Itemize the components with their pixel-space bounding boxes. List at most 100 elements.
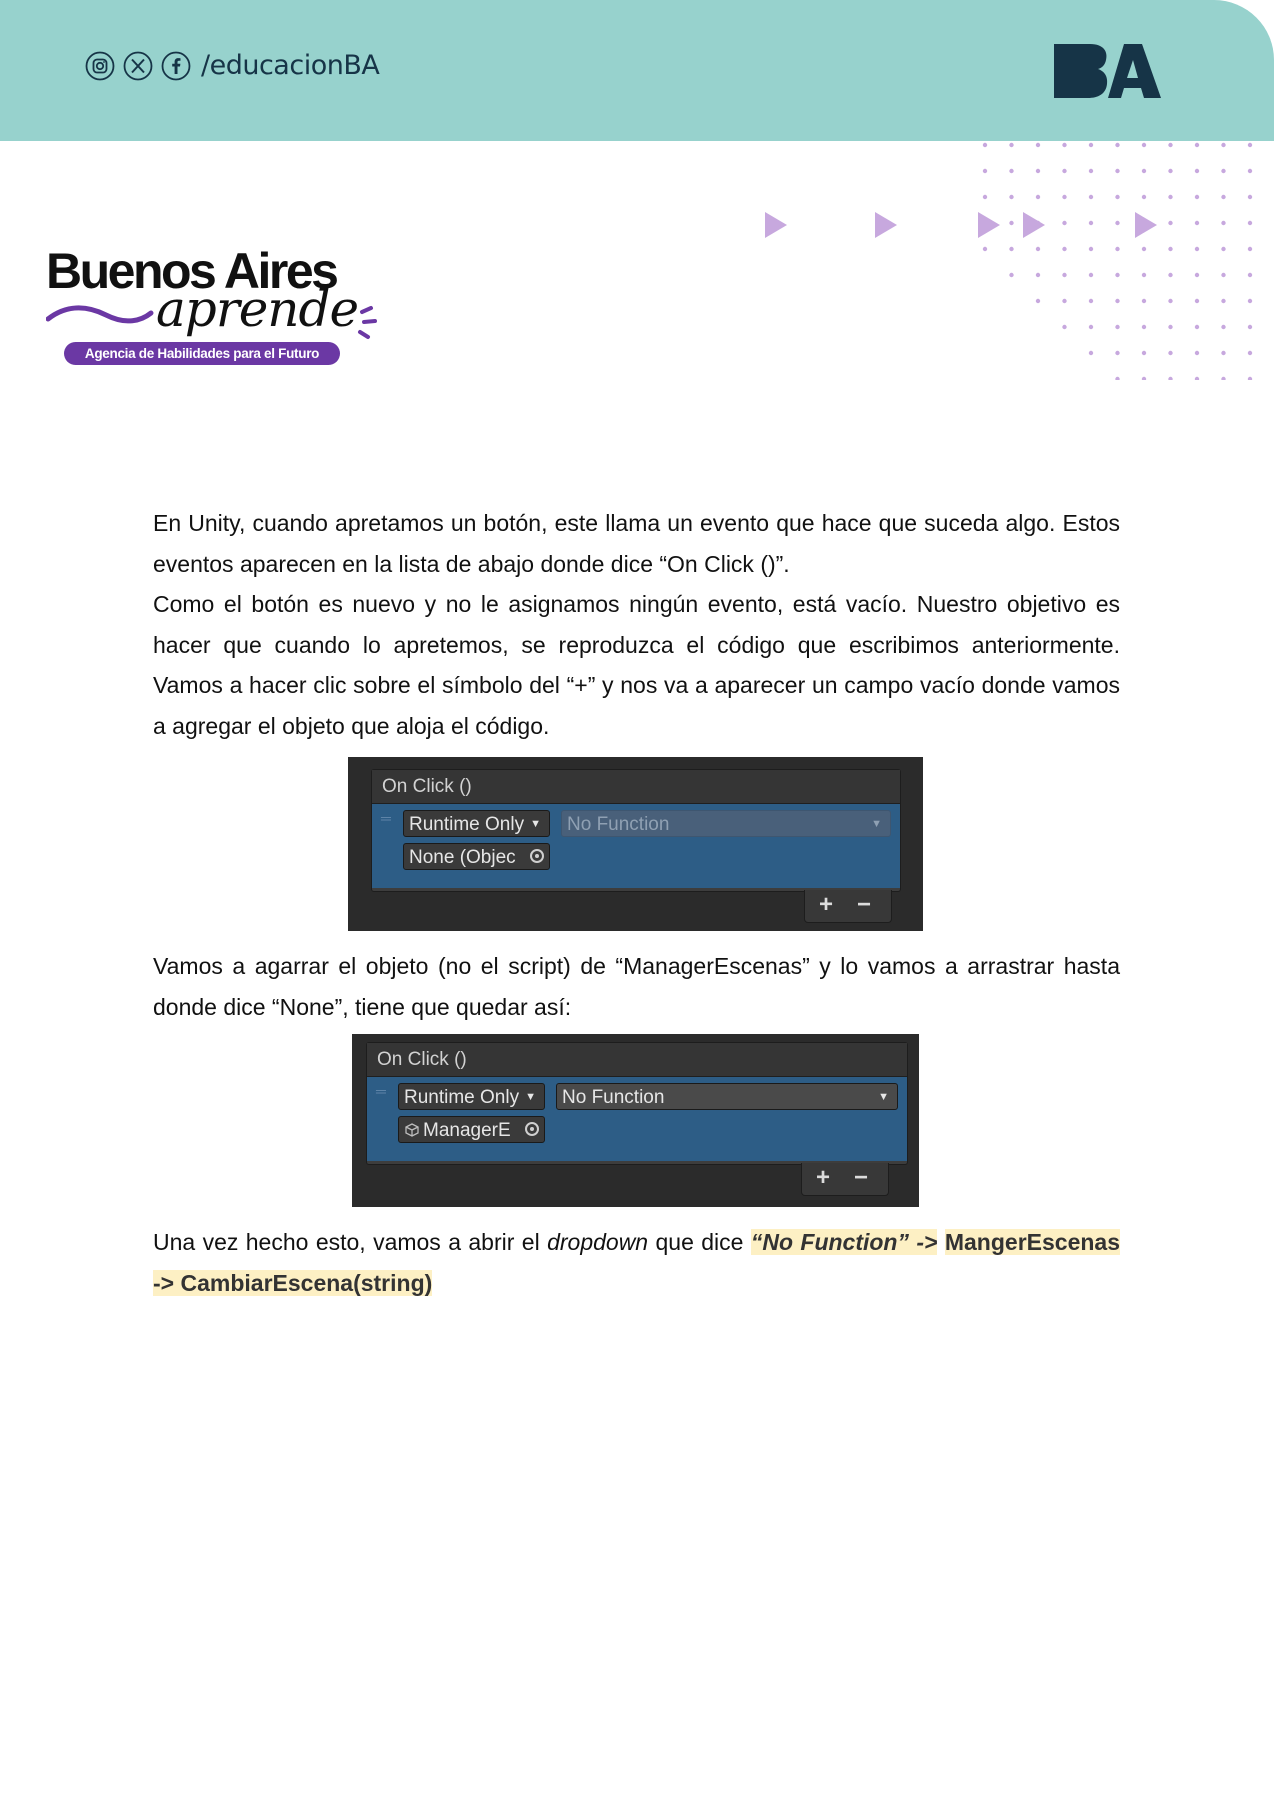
decor-dot (1115, 350, 1120, 356)
runtime-dropdown-label: Runtime Only (404, 1087, 520, 1108)
decor-dot (1168, 194, 1173, 200)
object-picker-icon[interactable] (525, 1122, 539, 1136)
decor-dot (1168, 298, 1173, 304)
list-footer: + − (801, 1163, 889, 1196)
play-arrow-icon (978, 212, 1000, 238)
facebook-icon[interactable] (161, 51, 191, 81)
function-dropdown[interactable]: No Function ▼ (556, 1083, 898, 1110)
decor-dot (1062, 142, 1067, 148)
decor-dot (1141, 376, 1147, 380)
decor-dot (1168, 142, 1173, 148)
decor-dot (1115, 246, 1120, 252)
decor-dot (1062, 246, 1067, 252)
decor-dot (1062, 324, 1067, 330)
decor-dot (1194, 142, 1200, 148)
decor-dot (1221, 194, 1226, 200)
play-arrow-icon (1135, 212, 1157, 238)
document-body: En Unity, cuando apretamos un botón, est… (153, 503, 1120, 746)
para4-mid: que dice (648, 1229, 751, 1255)
decor-dot (1168, 376, 1173, 380)
para4-highlight-no-function: “No Function” -> (750, 1229, 938, 1255)
decor-dot (1221, 376, 1226, 380)
play-arrow-icon (875, 212, 897, 238)
decor-dot (1141, 168, 1147, 174)
social-links: /educacionBA (85, 50, 380, 81)
brand-script: aprende (156, 280, 359, 338)
drag-handle-icon[interactable]: ═ (376, 1083, 386, 1099)
add-event-button[interactable]: + (816, 1163, 830, 1193)
decor-dot (1035, 298, 1041, 304)
decor-dot (1247, 324, 1253, 330)
decor-dot (1194, 298, 1200, 304)
paragraph-3: Vamos a agarrar el objeto (no el script)… (153, 953, 1120, 1020)
decor-dot (1168, 168, 1173, 174)
dropdown-arrow-icon: ▼ (878, 1091, 889, 1103)
decor-dot (1088, 220, 1094, 226)
social-handle[interactable]: /educacionBA (201, 50, 380, 81)
decor-dot (1141, 194, 1147, 200)
decor-dot (1088, 194, 1094, 200)
decor-dot (1115, 194, 1120, 200)
decor-dot (1221, 324, 1226, 330)
decor-dot (1247, 220, 1253, 226)
brand-tagline: Agencia de Habilidades para el Futuro (64, 342, 340, 365)
decor-dot (1115, 220, 1120, 226)
decor-dot (1221, 168, 1226, 174)
decor-dot (1115, 168, 1120, 174)
add-event-button[interactable]: + (819, 890, 833, 920)
runtime-dropdown[interactable]: Runtime Only ▼ (403, 810, 550, 837)
decor-dot (1141, 298, 1147, 304)
decor-dot (1088, 272, 1094, 278)
decor-dot (1062, 220, 1067, 226)
paragraph-1: En Unity, cuando apretamos un botón, est… (153, 510, 1120, 577)
decor-dot (1141, 142, 1147, 148)
runtime-dropdown[interactable]: Runtime Only ▼ (398, 1083, 545, 1110)
remove-event-button[interactable]: − (854, 1163, 868, 1193)
decor-dot (1221, 246, 1226, 252)
decor-dot (1194, 272, 1200, 278)
decor-dot (1168, 324, 1173, 330)
object-field[interactable]: ManagerE (398, 1116, 545, 1143)
decor-dot (1221, 142, 1226, 148)
event-entry: ═ Runtime Only ▼ No Function ▼ None (Obj… (372, 804, 900, 888)
remove-event-button[interactable]: − (857, 890, 871, 920)
decor-dot (1009, 194, 1014, 200)
buenos-aires-aprende-logo: Buenos Aires aprende Agencia de Habilida… (46, 243, 391, 368)
decor-dot (1221, 220, 1226, 226)
decor-dot (1221, 350, 1226, 356)
decor-dot (1194, 350, 1200, 356)
decor-dot (982, 142, 988, 148)
object-field-label: None (Objec (409, 847, 516, 868)
decor-dot (1141, 246, 1147, 252)
decor-dot (1247, 298, 1253, 304)
decor-dot (1194, 194, 1200, 200)
object-field-label: ManagerE (423, 1120, 511, 1141)
decor-dot (1141, 350, 1147, 356)
decor-dot (1062, 168, 1067, 174)
ba-logo (1054, 44, 1161, 98)
decor-dot (1221, 298, 1226, 304)
onclick-event-list: On Click () ═ Runtime Only ▼ No Function… (366, 1042, 908, 1165)
decor-dot (1168, 246, 1173, 252)
decor-dot (1168, 272, 1173, 278)
decor-dot (1009, 272, 1014, 278)
function-dropdown[interactable]: No Function ▼ (561, 810, 891, 837)
decor-dot (1141, 272, 1147, 278)
unity-onclick-panel-empty: On Click () ═ Runtime Only ▼ No Function… (348, 757, 923, 931)
decor-dot (1009, 142, 1014, 148)
x-icon[interactable] (123, 51, 153, 81)
decor-dot (1035, 142, 1041, 148)
decor-dot (1009, 246, 1014, 252)
object-picker-icon[interactable] (530, 849, 544, 863)
document-body-2: Vamos a agarrar el objeto (no el script)… (153, 946, 1120, 1027)
decor-dot (1194, 220, 1200, 226)
decor-dot (1115, 142, 1120, 148)
play-arrow-icon (1023, 212, 1045, 238)
decor-dot (1247, 350, 1253, 356)
onclick-event-list: On Click () ═ Runtime Only ▼ No Function… (371, 769, 901, 892)
instagram-icon[interactable] (85, 51, 115, 81)
drag-handle-icon[interactable]: ═ (381, 810, 391, 826)
dropdown-arrow-icon: ▼ (530, 818, 541, 830)
decor-dot (1009, 168, 1014, 174)
object-field[interactable]: None (Objec (403, 843, 550, 870)
